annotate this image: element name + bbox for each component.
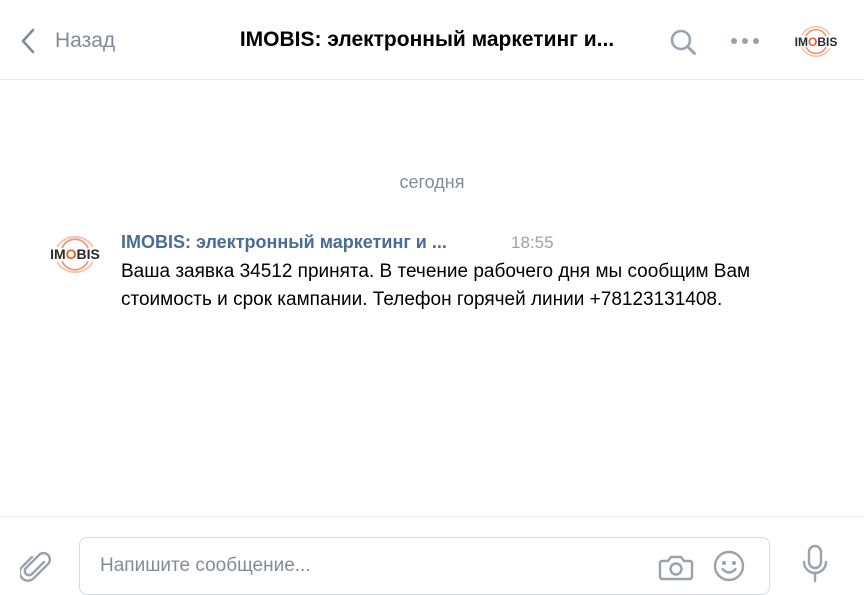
camera-icon[interactable] [658,550,694,584]
svg-text:IMOBIS: IMOBIS [50,246,100,262]
avatar[interactable]: IMOBIS [44,228,106,280]
emoji-icon[interactable] [712,549,746,583]
chat-window: Назад IMOBIS: электронный маркетинг и...… [0,0,864,595]
message-input-box[interactable] [79,537,770,595]
message-author[interactable]: IMOBIS: электронный маркетинг и ... [121,232,447,253]
message-input[interactable] [100,548,640,584]
avatar[interactable]: IMOBIS [792,19,840,63]
message-time[interactable]: 18:55 [511,233,554,253]
more-icon[interactable] [729,33,761,49]
svg-text:IMOBIS: IMOBIS [795,35,838,49]
microphone-icon[interactable] [800,543,830,587]
message-history[interactable]: сегодня IMOBIS IMOBIS: электронный марке… [0,80,864,516]
header-bar: Назад IMOBIS: электронный маркетинг и...… [0,0,864,80]
page-title[interactable]: IMOBIS: электронный маркетинг и... [212,28,642,52]
search-icon[interactable] [669,28,697,56]
message-text: Ваша заявка 34512 принята. В течение раб… [121,261,751,310]
back-label: Назад [55,29,116,52]
attach-icon[interactable] [20,548,52,586]
back-button[interactable]: Назад [18,24,115,58]
chevron-left-icon [21,28,35,54]
composer-bar [0,516,864,595]
date-separator: сегодня [399,172,465,192]
